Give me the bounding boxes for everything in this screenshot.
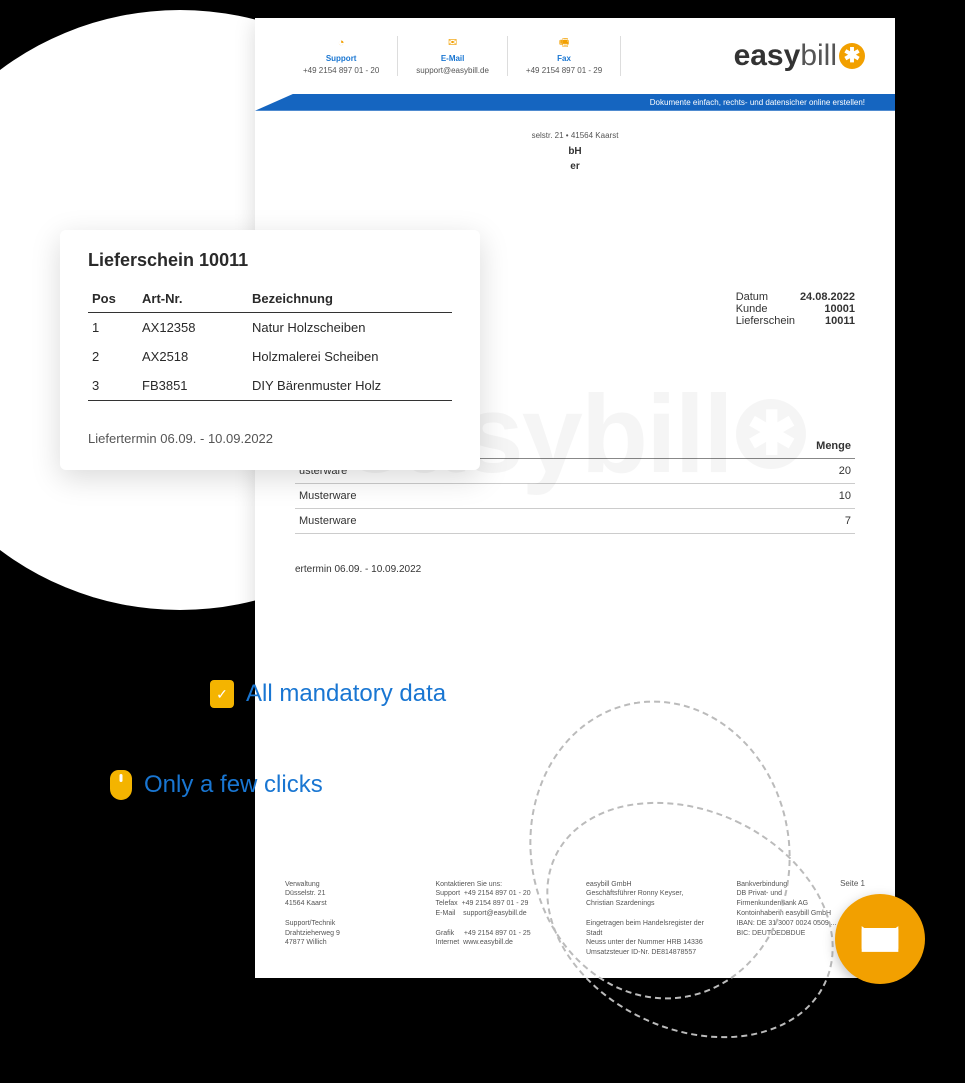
zoom-col-desc: Bezeichnung [248,285,452,313]
envelope-icon: ✉ [416,36,489,51]
callout-mandatory-text: All mandatory data [246,680,446,708]
callout-clicks-text: Only a few clicks [144,771,323,799]
logo-star-icon: ✱ [839,43,865,69]
contact-email-label: E-Mail [416,53,489,64]
meta-customer-label: Kunde [736,303,768,315]
contact-email: ✉ E-Mail support@easybill.de [398,36,508,76]
zoom-col-art: Art-Nr. [138,285,248,313]
logo-text-bill: bill [800,39,837,73]
col-qty: Menge [633,434,855,459]
contact-support-value: +49 2154 897 01 - 20 [303,65,379,76]
meta-date-label: Datum [736,291,768,303]
callout-mandatory-data: ✓ All mandatory data [210,680,446,708]
document-banner: Dokumente einfach, rechts- und datensich… [255,94,895,111]
meta-customer-value: 10001 [824,303,855,315]
document-header: ◔ Support +49 2154 897 01 - 20 ✉ E-Mail … [255,18,895,86]
contact-email-value: support@easybill.de [416,65,489,76]
meta-doc-label: Lieferschein [736,315,795,327]
logo-text-easy: easy [734,39,801,73]
zoom-delivery-note: Liefertermin 06.09. - 10.09.2022 [88,431,452,446]
contact-support-label: Support [303,53,379,64]
table-row: 3FB3851DIY Bärenmuster Holz [88,371,452,401]
callout-few-clicks: Only a few clicks [110,770,323,800]
contact-fax: 🖷 Fax +49 2154 897 01 - 29 [508,36,621,76]
contact-support: ◔ Support +49 2154 897 01 - 20 [285,36,398,76]
zoom-title: Lieferschein 10011 [88,250,452,271]
table-row: 2AX2518Holzmalerei Scheiben [88,342,452,371]
zoom-detail-card: Lieferschein 10011 Pos Art-Nr. Bezeichnu… [60,230,480,470]
table-row: 1AX12358Natur Holzscheiben [88,313,452,343]
table-row: Musterware10 [295,483,855,508]
headset-icon: ◔ [303,36,379,51]
file-check-icon: ✓ [210,680,234,708]
envelope-icon [858,917,902,961]
zoom-col-pos: Pos [88,285,138,313]
footer-col-admin: Verwaltung Düsselstr. 21 41564 Kaarst Su… [285,880,414,958]
meta-doc-value: 10011 [825,315,855,327]
fax-icon: 🖷 [526,36,602,51]
document-meta: Datum 24.08.2022 Kunde 10001 Lieferschein 1… [736,291,855,327]
contact-fab-button[interactable] [835,894,925,984]
contact-fax-label: Fax [526,53,602,64]
contact-fax-value: +49 2154 897 01 - 29 [526,65,602,76]
meta-date-value: 24.08.2022 [800,291,855,303]
delivery-date-note: ertermin 06.09. - 10.09.2022 [295,564,855,575]
zoom-items-table: Pos Art-Nr. Bezeichnung 1AX12358Natur Ho… [88,285,452,401]
easybill-logo: easybill✱ [734,39,865,73]
recipient-line2: er [570,161,579,172]
recipient-line1: bH [568,146,581,157]
recipient-fragment: bH er [295,144,855,174]
mouse-icon [110,770,132,800]
sender-address-fragment: selstr. 21 • 41564 Kaarst [295,131,855,140]
table-row: Musterware7 [295,508,855,533]
